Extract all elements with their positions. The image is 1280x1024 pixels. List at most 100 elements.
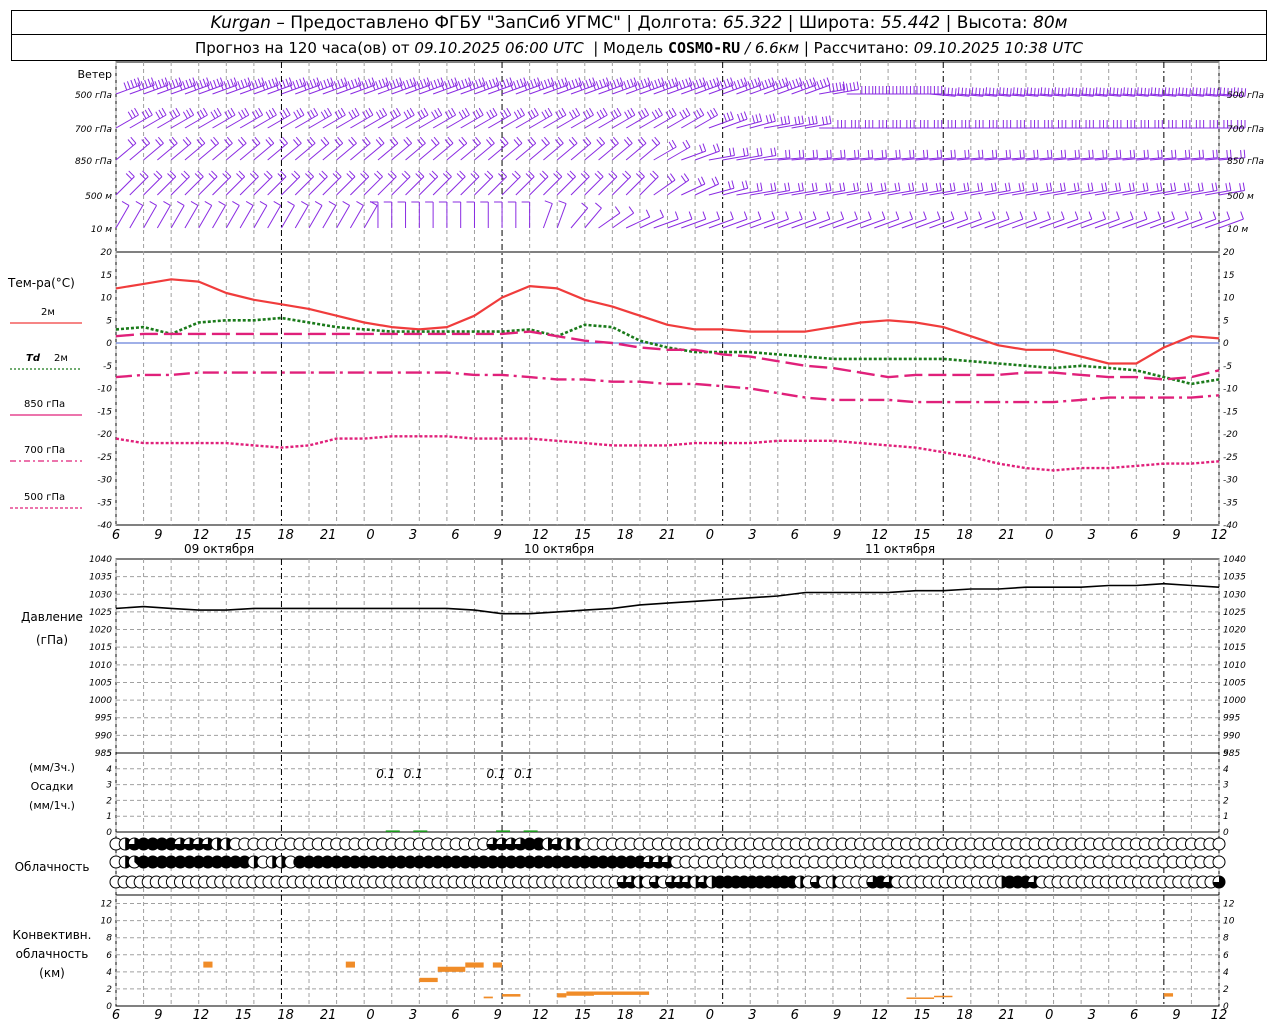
wind-barb-feather — [133, 78, 138, 87]
wind-barb-shaft — [294, 176, 314, 196]
hour-tick-label: 6 — [451, 528, 459, 543]
conv-label-2: облачность — [16, 947, 89, 961]
wind-barb-feather — [459, 170, 466, 177]
wind-barb-feather — [1129, 211, 1134, 220]
wind-barb-feather — [257, 78, 262, 87]
wind-barb-feather — [1101, 183, 1104, 192]
wind-barb-feather — [475, 79, 479, 88]
wind-barb-feather — [641, 109, 646, 118]
wind-barb-feather — [1092, 149, 1094, 158]
wind-barb-feather — [668, 79, 672, 88]
hour-tick-label-bottom: 6 — [791, 1008, 799, 1023]
hour-tick-label: 9 — [833, 528, 841, 543]
wind-barb-feather — [726, 112, 731, 121]
wind-barb-feather — [540, 81, 545, 90]
wind-barb-feather — [857, 149, 860, 158]
wind-barb-shaft — [956, 189, 983, 196]
wind-barb-feather — [1005, 211, 1010, 220]
wind-barb-feather — [423, 107, 429, 116]
y-tick-label: 1 — [106, 812, 112, 822]
wind-barb-shaft — [1053, 189, 1080, 196]
wind-barb-feather — [1118, 182, 1122, 191]
y-tick-label: 1005 — [89, 678, 112, 688]
wind-barb-feather — [680, 175, 687, 183]
y-tick-label-right: 0 — [1223, 339, 1229, 349]
wind-barb-feather — [954, 149, 956, 158]
wind-barb-feather — [963, 183, 966, 192]
wind-level-label-right: 10 м — [1227, 225, 1248, 235]
wind-barb-feather — [994, 182, 997, 191]
wind-barb-feather — [711, 178, 716, 186]
hour-tick-label: 6 — [791, 528, 799, 543]
wind-barb-feather — [210, 139, 217, 146]
wind-barb-feather — [682, 141, 688, 150]
wind-barb-feather — [710, 109, 715, 118]
wind-barb-feather — [320, 139, 327, 146]
wind-barb-feather — [682, 109, 688, 118]
wind-barb-shaft — [322, 114, 346, 129]
wind-barb-shaft — [846, 189, 873, 196]
wind-barb-feather — [670, 173, 676, 181]
wind-barb-feather — [403, 111, 409, 119]
wind-barb-feather — [808, 116, 811, 125]
wind-barb-feather — [702, 211, 707, 220]
wind-barb-feather — [182, 81, 186, 90]
y-tick-label: 0 — [106, 828, 112, 838]
wind-barb-shaft — [446, 176, 466, 196]
wind-barb-feather — [437, 107, 443, 116]
wind-barb-shaft — [777, 122, 804, 129]
wind-barb-feather — [430, 81, 434, 90]
wind-barb-feather — [909, 211, 914, 220]
wind-barb-feather — [912, 149, 915, 158]
y-tick-label-right: 2 — [1223, 796, 1229, 806]
wind-barb-feather — [340, 78, 345, 87]
wind-barb-feather — [502, 136, 509, 144]
wind-barb-feather — [568, 81, 572, 90]
wind-barb-shaft — [474, 114, 498, 129]
wind-barb-shaft — [239, 205, 254, 229]
wind-barb-shaft — [832, 189, 859, 196]
wind-barb-feather — [761, 81, 765, 90]
wind-barb-feather — [196, 139, 203, 146]
wind-barb-feather — [953, 182, 956, 191]
wind-barb-shaft — [419, 114, 443, 129]
wind-barb-feather — [756, 183, 759, 192]
wind-barb-feather — [1142, 183, 1146, 192]
y-tick-label-right: -40 — [1223, 521, 1238, 531]
wind-barb-feather — [464, 107, 470, 116]
wind-barb-feather — [134, 107, 139, 116]
wind-barb-feather — [558, 200, 567, 205]
wind-barb-feather — [683, 173, 690, 181]
wind-barb-feather — [447, 79, 452, 88]
wind-barb-feather — [809, 78, 814, 87]
wind-barb-feather — [671, 107, 677, 116]
cloud-symbol — [1212, 855, 1226, 869]
wind-barb-feather — [867, 150, 870, 159]
wind-barb-feather — [1170, 183, 1173, 192]
wind-barb-shaft — [253, 114, 277, 129]
wind-barb-shaft — [708, 154, 735, 161]
wind-barb-feather — [378, 79, 383, 88]
wind-barb-feather — [1023, 149, 1025, 158]
wind-barb-feather — [853, 82, 856, 91]
wind-barb-feather — [569, 170, 576, 177]
wind-barb-feather — [911, 182, 915, 191]
wind-barb-feather — [1087, 183, 1090, 192]
wind-barb-feather — [1115, 150, 1118, 159]
wind-barb-feather — [635, 173, 643, 180]
wind-barb-feather — [561, 78, 565, 87]
wind-barb-feather — [585, 79, 590, 88]
wind-barb-feather — [282, 109, 288, 118]
wind-barb-shaft — [391, 114, 415, 129]
pressure-label: Давление — [21, 610, 83, 624]
wind-barb-shaft — [984, 218, 1010, 229]
wind-barb-feather — [936, 211, 941, 220]
wind-barb-feather — [785, 211, 789, 220]
wind-barb-feather — [444, 139, 451, 146]
y-tick-label-right: 3 — [1223, 781, 1229, 791]
wind-barb-shaft — [405, 114, 429, 129]
wind-barb-feather — [354, 107, 360, 116]
hour-tick-label: 18 — [617, 528, 634, 543]
wind-barb-feather — [1047, 150, 1049, 159]
wind-barb-feather — [503, 109, 509, 118]
